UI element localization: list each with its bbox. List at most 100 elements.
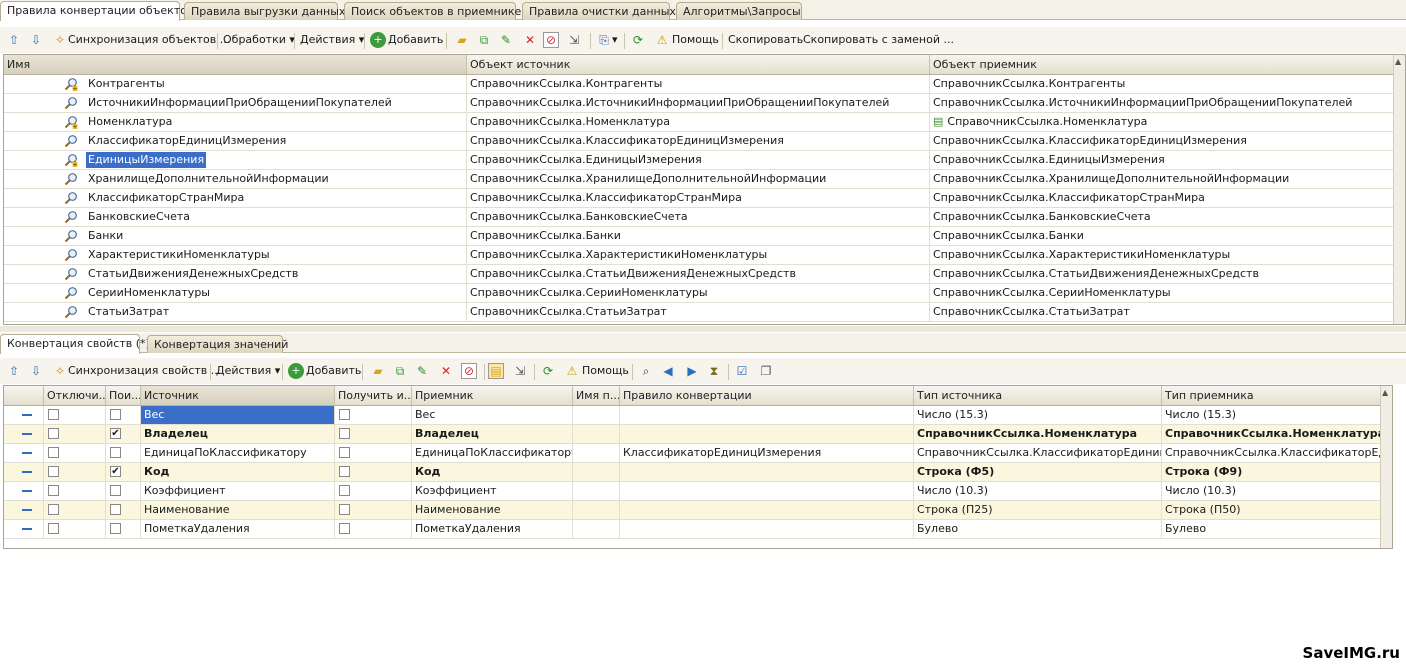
scroll-up-arrow[interactable]: ▲	[1382, 388, 1388, 397]
checkbox[interactable]	[48, 466, 59, 477]
table-row[interactable]: Вес Вес Число (15.3) Число (15.3)	[4, 406, 1384, 425]
tab-algorithms-queries[interactable]: Алгоритмы\Запросы	[676, 2, 802, 20]
output-list-icon[interactable]: ⎘	[596, 32, 612, 48]
refresh-icon[interactable]: ⟳	[540, 363, 556, 379]
tab-value-conversion[interactable]: Конвертация значений	[147, 335, 288, 353]
move-up-icon[interactable]: ⇧	[6, 363, 22, 379]
table-row[interactable]: СтатьиДвиженияДенежныхСредств СправочникС…	[4, 265, 1396, 284]
table-row[interactable]: КлассификаторСтранМира СправочникСсылка.К…	[4, 189, 1396, 208]
checkbox[interactable]	[339, 466, 350, 477]
table-row[interactable]: ХранилищеДополнительнойИнформации Справоч…	[4, 170, 1396, 189]
cell-disabled[interactable]	[44, 520, 106, 538]
edit-icon[interactable]: ✎	[414, 363, 430, 379]
add-button[interactable]: Добавить	[306, 361, 361, 381]
column-header-disabled[interactable]: Отключи...	[44, 386, 106, 405]
table-row[interactable]: ✔ Код Код Строка (Ф5) Строка (Ф9)	[4, 463, 1384, 482]
checkbox[interactable]	[48, 447, 59, 458]
column-header-target[interactable]: Приемник	[412, 386, 573, 405]
table-row[interactable]: СтатьиЗатрат СправочникСсылка.СтатьиЗатра…	[4, 303, 1396, 322]
cell-get-from[interactable]	[335, 463, 412, 481]
copy-item-icon[interactable]: ⧉	[476, 32, 492, 48]
checkbox[interactable]	[48, 504, 59, 515]
add-button[interactable]: Добавить	[388, 30, 443, 50]
uncheck-all-icon[interactable]: ❐	[758, 363, 774, 379]
copy-with-replace-button[interactable]: Скопировать с заменой ...	[803, 30, 954, 50]
cell-get-from[interactable]	[335, 425, 412, 443]
sync-objects-button[interactable]: Синхронизация объектов ...	[68, 30, 230, 50]
cell-get-from[interactable]	[335, 406, 412, 424]
filter-icon[interactable]: ⧗	[706, 363, 722, 379]
copy-item-icon[interactable]: ⧉	[392, 363, 408, 379]
table-row[interactable]: Банки СправочникСсылка.Банки СправочникСсы…	[4, 227, 1396, 246]
column-header-target[interactable]: Объект приемник	[930, 55, 1396, 74]
sync-properties-button[interactable]: Синхронизация свойств ...	[68, 361, 221, 381]
column-header-source-type[interactable]: Тип источника	[914, 386, 1162, 405]
cell-disabled[interactable]	[44, 406, 106, 424]
table-row[interactable]: КлассификаторЕдиницИзмерения СправочникСс…	[4, 132, 1396, 151]
column-header-name[interactable]: Имя	[4, 55, 467, 74]
mark-delete-icon[interactable]: ⊘	[461, 363, 477, 379]
vertical-scrollbar[interactable]: ▲	[1393, 55, 1405, 324]
arrow-right-icon[interactable]: ▶	[684, 363, 700, 379]
table-row[interactable]: ЕдиницыИзмерения СправочникСсылка.Единицы…	[4, 151, 1396, 170]
cell-get-from[interactable]	[335, 501, 412, 519]
scroll-up-arrow[interactable]: ▲	[1395, 57, 1401, 66]
checkbox[interactable]: ✔	[110, 466, 121, 477]
panel-splitter[interactable]	[0, 326, 1406, 332]
group-icon[interactable]: ▤	[488, 363, 504, 379]
column-header-icon[interactable]	[4, 386, 44, 405]
delete-icon[interactable]: ✕	[438, 363, 454, 379]
table-row[interactable]: Номенклатура СправочникСсылка.Номенклатур…	[4, 113, 1396, 132]
cell-disabled[interactable]	[44, 482, 106, 500]
copy-button[interactable]: Скопировать	[728, 30, 803, 50]
column-header-search[interactable]: Пои...	[106, 386, 141, 405]
cell-search[interactable]	[106, 501, 141, 519]
checkbox[interactable]	[110, 409, 121, 420]
table-row[interactable]: Коэффициент Коэффициент Число (10.3) Число …	[4, 482, 1384, 501]
column-header-target-type[interactable]: Тип приемника	[1162, 386, 1384, 405]
cell-disabled[interactable]	[44, 425, 106, 443]
move-down-icon[interactable]: ⇩	[28, 32, 44, 48]
help-button[interactable]: Помощь	[582, 361, 629, 381]
edit-icon[interactable]: ✎	[498, 32, 514, 48]
tab-property-conversion[interactable]: Конвертация свойств (*)	[0, 334, 150, 354]
table-row[interactable]: Наименование Наименование Строка (П25) Стро…	[4, 501, 1384, 520]
mark-delete-icon[interactable]: ⊘	[543, 32, 559, 48]
checkbox[interactable]	[339, 523, 350, 534]
cell-search[interactable]	[106, 482, 141, 500]
checkbox[interactable]	[48, 428, 59, 439]
table-row[interactable]: СерииНоменклатуры СправочникСсылка.СерииН…	[4, 284, 1396, 303]
processing-menu[interactable]: Обработки ▾	[223, 30, 295, 50]
table-row[interactable]: ХарактеристикиНоменклатуры СправочникСсыл…	[4, 246, 1396, 265]
tab-export-rules[interactable]: Правила выгрузки данных	[184, 2, 345, 20]
table-row[interactable]: БанковскиеСчета СправочникСсылка.Банковск…	[4, 208, 1396, 227]
actions-menu[interactable]: Действия ▾	[300, 30, 364, 50]
checkbox[interactable]	[48, 523, 59, 534]
table-row[interactable]: ИсточникиИнформацииПриОбращенииПокупател…	[4, 94, 1396, 113]
move-down-icon[interactable]: ⇩	[28, 363, 44, 379]
checkbox[interactable]	[110, 447, 121, 458]
cell-search[interactable]	[106, 406, 141, 424]
cell-disabled[interactable]	[44, 444, 106, 462]
tab-search-in-target[interactable]: Поиск объектов в приемнике	[344, 2, 521, 20]
tab-cleanup-rules[interactable]: Правила очистки данных	[522, 2, 676, 20]
add-folder-icon[interactable]: ▰	[454, 32, 470, 48]
refresh-icon[interactable]: ⟳	[630, 32, 646, 48]
arrow-left-icon[interactable]: ◀	[660, 363, 676, 379]
help-button[interactable]: Помощь	[672, 30, 719, 50]
vertical-scrollbar[interactable]: ▲	[1380, 386, 1392, 548]
cell-search[interactable]	[106, 444, 141, 462]
checkbox[interactable]	[339, 428, 350, 439]
tab-object-conversion-rules[interactable]: Правила конвертации объектов	[0, 1, 193, 21]
column-header-source[interactable]: Объект источник	[467, 55, 930, 74]
column-header-param-name[interactable]: Имя п...	[573, 386, 620, 405]
column-header-conversion-rule[interactable]: Правило конвертации	[620, 386, 914, 405]
checkbox[interactable]	[110, 523, 121, 534]
delete-icon[interactable]: ✕	[522, 32, 538, 48]
table-row[interactable]: Контрагенты СправочникСсылка.Контрагенты С…	[4, 75, 1396, 94]
checkbox[interactable]	[110, 485, 121, 496]
cell-get-from[interactable]	[335, 520, 412, 538]
checkbox[interactable]: ✔	[110, 428, 121, 439]
search-icon[interactable]: ⌕	[638, 363, 654, 379]
checkbox[interactable]	[48, 409, 59, 420]
